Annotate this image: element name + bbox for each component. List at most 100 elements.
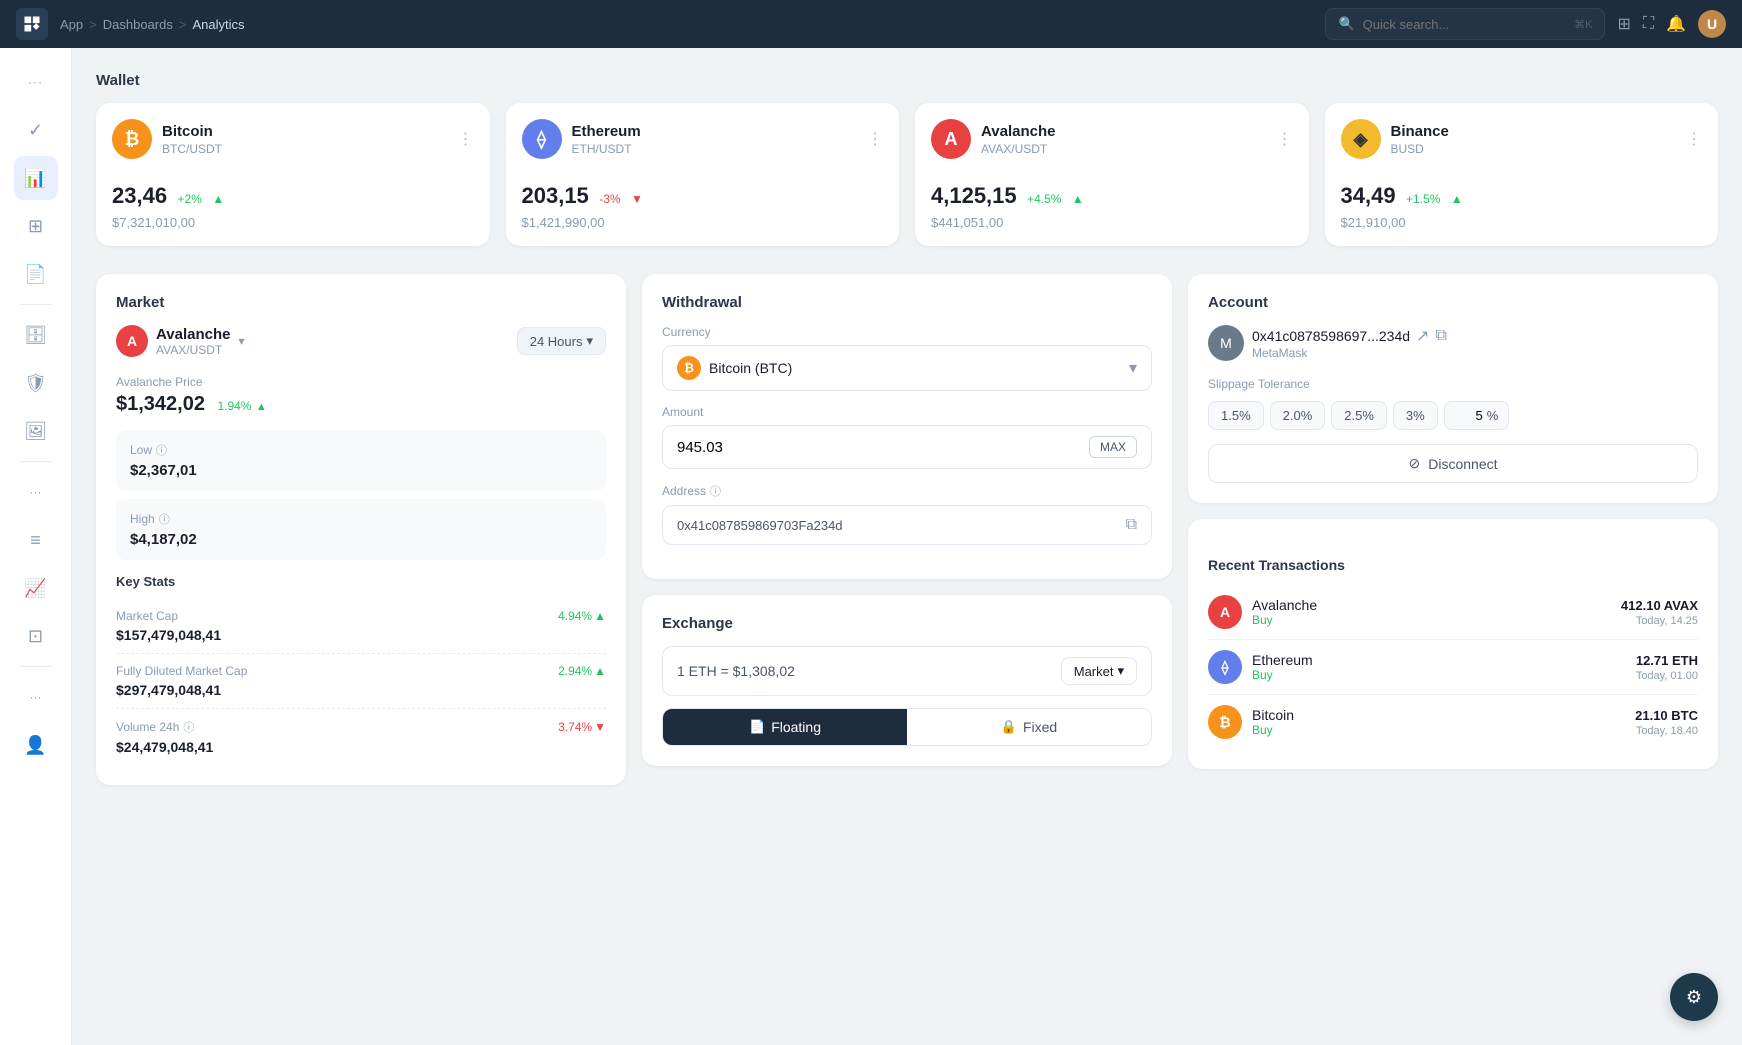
user-avatar[interactable]: U — [1698, 10, 1726, 38]
fab-button[interactable]: ⚙ — [1670, 973, 1718, 1021]
eth-arrow-down: ▼ — [631, 192, 643, 206]
tx-avax-icon: A — [1208, 595, 1242, 629]
sidebar-item-analytics[interactable]: 📊 — [14, 156, 58, 200]
sidebar-item-security[interactable]: 🛡 — [14, 361, 58, 405]
market-coin-name: Avalanche — [156, 326, 230, 343]
stat-market-cap-label: Market Cap — [116, 609, 178, 623]
account-title: Account — [1208, 294, 1698, 311]
tx-eth-icon: ⟠ — [1208, 650, 1242, 684]
sidebar-item-media[interactable]: 🖼 — [14, 409, 58, 453]
grid-view-icon[interactable]: ⊞ — [1617, 14, 1630, 34]
bnb-value: 34,49 — [1341, 183, 1396, 208]
search-input[interactable] — [1363, 17, 1566, 32]
sidebar-item-documents[interactable]: 📄 — [14, 252, 58, 296]
amount-input-wrap[interactable]: MAX — [662, 425, 1152, 469]
slip-2-5-button[interactable]: 2.5% — [1331, 401, 1387, 430]
stat-1-arrow: ▲ — [594, 664, 606, 678]
breadcrumb-app[interactable]: App — [60, 17, 83, 32]
fixed-button[interactable]: 🔒 Fixed — [907, 709, 1151, 745]
address-input-wrap[interactable] — [662, 505, 1152, 545]
search-bar[interactable]: ⌘K — [1325, 8, 1605, 40]
tx-btc-type: Buy — [1252, 723, 1625, 737]
copy-address-button[interactable] — [1126, 516, 1137, 534]
sidebar-item-server[interactable]: 🗄 — [14, 313, 58, 357]
breadcrumb-dashboards[interactable]: Dashboards — [103, 17, 173, 32]
slip-2-0-button[interactable]: 2.0% — [1270, 401, 1326, 430]
market-low-val: $2,367,01 — [130, 462, 592, 479]
amount-input[interactable] — [677, 439, 1089, 456]
eth-menu[interactable] — [867, 129, 883, 149]
bnb-usd: $21,910,00 — [1341, 215, 1703, 230]
app-logo[interactable] — [16, 8, 48, 40]
tx-btc-info: Bitcoin Buy — [1252, 707, 1625, 737]
wallet-card-avax: A Avalanche AVAX/USDT 4,125,15 +4.5% ▲ $… — [915, 103, 1309, 246]
slip-custom-wrap[interactable]: % — [1444, 401, 1510, 430]
disconnect-button[interactable]: ⊘ Disconnect — [1208, 444, 1698, 483]
eth-value: 203,15 — [522, 183, 589, 208]
sidebar-item-dots[interactable]: ··· — [14, 60, 58, 104]
wallet-card-eth: ⟠ Ethereum ETH/USDT 203,15 -3% ▼ $1,421,… — [506, 103, 900, 246]
avax-pair: AVAX/USDT — [981, 142, 1055, 156]
currency-selector[interactable]: ₿ Bitcoin (BTC) ▾ — [662, 345, 1152, 391]
tx-eth-amount: 12.71 ETH — [1636, 653, 1698, 668]
stat-fdmc-label: Fully Diluted Market Cap — [116, 664, 247, 678]
currency-value: Bitcoin (BTC) — [709, 360, 792, 376]
breadcrumb-sep1: > — [89, 17, 97, 32]
sidebar-item-tasks[interactable]: ✓ — [14, 108, 58, 152]
sidebar-item-more2[interactable]: ··· — [14, 675, 58, 719]
topbar: App > Dashboards > Analytics ⌘K ⊞ ⛶ 🔔 U — [0, 0, 1742, 48]
main-content: Wallet ₿ Bitcoin BTC/USDT 23,46 +2 — [72, 48, 1742, 1045]
floating-button[interactable]: 📄 Floating — [663, 709, 907, 745]
slip-3-button[interactable]: 3% — [1393, 401, 1438, 430]
slip-1-5-button[interactable]: 1.5% — [1208, 401, 1264, 430]
eth-pair: ETH/USDT — [572, 142, 641, 156]
time-period-selector[interactable]: 24 Hours ▾ — [517, 327, 606, 355]
avax-change: +4.5% — [1027, 192, 1061, 206]
market-coin-selector[interactable]: A Avalanche AVAX/USDT ▾ — [116, 325, 245, 357]
btc-menu[interactable] — [458, 129, 474, 149]
copy-icon[interactable]: ⧉ — [1435, 327, 1446, 345]
tx-avax-right: 412.10 AVAX Today, 14.25 — [1621, 598, 1698, 627]
breadcrumb-analytics: Analytics — [192, 17, 244, 32]
amount-group: Amount MAX — [662, 405, 1152, 469]
stat-market-cap-change: 4.94% ▲ — [558, 609, 606, 623]
avax-menu[interactable] — [1277, 129, 1293, 149]
topbar-actions: ⊞ ⛶ 🔔 U — [1617, 10, 1726, 38]
key-stats-title: Key Stats — [116, 574, 606, 589]
bnb-name: Binance — [1391, 123, 1449, 140]
avax-usd: $441,051,00 — [931, 215, 1293, 230]
slip-custom-input[interactable] — [1455, 408, 1483, 423]
tx-avax-time: Today, 14.25 — [1621, 615, 1698, 627]
market-coin-chevron: ▾ — [238, 334, 244, 348]
notification-icon[interactable]: 🔔 — [1666, 14, 1686, 34]
tx-avax-name: Avalanche — [1252, 597, 1611, 613]
bnb-icon: ◈ — [1341, 119, 1381, 159]
order-type-selector[interactable]: Market ▾ — [1061, 657, 1137, 685]
expand-icon[interactable]: ⛶ — [1643, 15, 1654, 33]
search-icon — [1338, 15, 1354, 33]
sidebar-item-text[interactable]: ≡ — [14, 518, 58, 562]
sidebar-item-more[interactable]: ··· — [14, 470, 58, 514]
stat-volume-label-wrap: Volume 24h — [116, 719, 194, 735]
tx-avax-amount: 412.10 AVAX — [1621, 598, 1698, 613]
stat-fdmc: Fully Diluted Market Cap 2.94% ▲ $297,47… — [116, 654, 606, 709]
address-input[interactable] — [677, 518, 1126, 533]
sidebar-item-profile[interactable]: 👤 — [14, 723, 58, 767]
max-button[interactable]: MAX — [1089, 436, 1137, 458]
stat-market-cap-val: $157,479,048,41 — [116, 627, 606, 643]
external-link-icon[interactable]: ↗ — [1416, 326, 1429, 346]
tx-btc-icon: ₿ — [1208, 705, 1242, 739]
bnb-menu[interactable] — [1686, 129, 1702, 149]
sidebar-item-grid[interactable]: ⊡ — [14, 614, 58, 658]
account-avatar: M — [1208, 325, 1244, 361]
tx-btc-amount: 21.10 BTC — [1635, 708, 1698, 723]
sidebar-item-reports[interactable]: 📈 — [14, 566, 58, 610]
gear-icon: ⚙ — [1686, 987, 1702, 1008]
avax-icon: A — [931, 119, 971, 159]
market-low-label: Low — [130, 442, 592, 458]
stat-volume: Volume 24h 3.74% ▼ $24,479,048,41 — [116, 709, 606, 765]
sidebar-item-tables[interactable]: ⊞ — [14, 204, 58, 248]
order-type-chevron: ▾ — [1117, 663, 1124, 679]
high-info-icon — [159, 511, 170, 527]
tx-avax-info: Avalanche Buy — [1252, 597, 1611, 627]
